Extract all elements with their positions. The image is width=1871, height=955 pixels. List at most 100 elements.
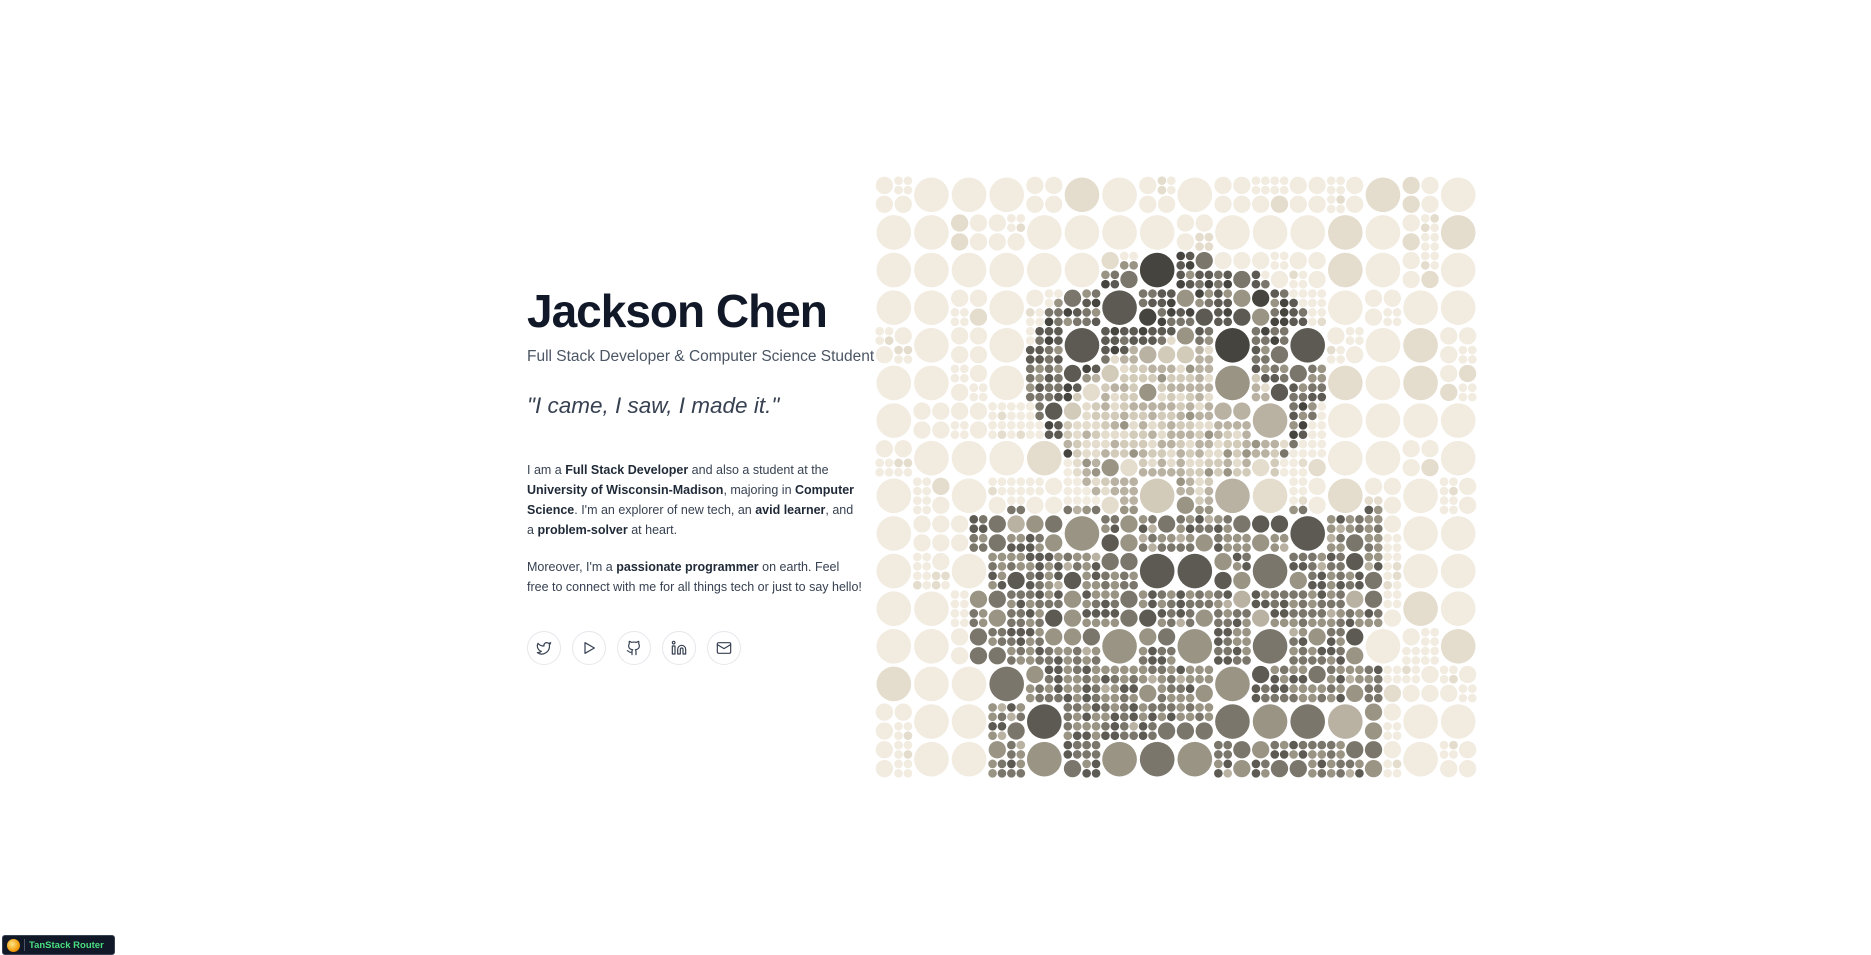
- portrait-dot: [988, 637, 997, 646]
- portrait-dot: [989, 666, 1024, 702]
- portrait-dot: [1308, 373, 1317, 383]
- portrait-dot: [1091, 590, 1101, 599]
- portrait-dot: [1101, 553, 1119, 571]
- portrait-dot: [1327, 327, 1345, 345]
- portrait-dot: [1298, 599, 1308, 609]
- portrait-dot: [1270, 289, 1280, 298]
- portrait-dot: [1157, 628, 1176, 646]
- portrait-dot: [1110, 345, 1120, 355]
- portrait-dot: [1430, 646, 1439, 656]
- portrait-dot: [1035, 411, 1044, 421]
- portrait-dot: [1082, 665, 1091, 675]
- portrait-dot: [1044, 298, 1054, 308]
- portrait-dot: [1007, 486, 1016, 496]
- portrait-dot: [1223, 637, 1233, 646]
- email-link[interactable]: [707, 631, 741, 665]
- portrait-dot: [1317, 562, 1327, 571]
- portrait-dot: [1082, 740, 1091, 750]
- portrait-dot: [1317, 411, 1327, 421]
- portrait-dot: [1157, 326, 1167, 336]
- portrait-dot: [875, 458, 885, 468]
- portrait-dot: [1035, 364, 1044, 374]
- portrait-dot: [989, 440, 1024, 476]
- portrait-dot: [1364, 562, 1374, 571]
- portrait-dot: [1232, 646, 1242, 656]
- portrait-dot: [903, 721, 913, 731]
- portrait-dot: [1308, 289, 1317, 298]
- portrait-dot: [1336, 185, 1345, 195]
- portrait-dot: [1139, 741, 1175, 777]
- portrait-dot: [1261, 355, 1270, 364]
- portrait-dot: [1214, 543, 1223, 552]
- portrait-dot: [1091, 618, 1101, 628]
- portrait-dot: [1101, 477, 1110, 487]
- portrait-dot: [1025, 308, 1035, 317]
- youtube-link[interactable]: [572, 631, 606, 665]
- portrait-dot: [922, 552, 932, 562]
- portrait-dot: [1045, 534, 1063, 552]
- portrait-dot: [1317, 590, 1327, 599]
- portrait-dot: [1025, 364, 1035, 374]
- portrait-dot: [1129, 674, 1138, 684]
- portrait-dot: [1119, 261, 1129, 270]
- portrait-dot: [969, 327, 988, 345]
- portrait-dot: [1091, 449, 1101, 458]
- portrait-dot: [1440, 553, 1476, 589]
- portrait-dot: [1346, 346, 1364, 364]
- twitter-link[interactable]: [527, 631, 561, 665]
- portrait-dot: [1383, 684, 1401, 702]
- portrait-dot: [1138, 656, 1148, 665]
- play-icon: [584, 642, 595, 654]
- portrait-dot: [894, 458, 903, 468]
- portrait-dot: [1420, 646, 1430, 656]
- portrait-dot: [1270, 674, 1280, 684]
- portrait-dot: [1138, 439, 1148, 449]
- linkedin-link[interactable]: [662, 631, 696, 665]
- portrait-dot: [1251, 336, 1261, 345]
- portrait-dot: [1317, 656, 1327, 665]
- portrait-dot: [903, 731, 913, 740]
- portrait-dot: [1082, 289, 1091, 298]
- portrait-dot: [1045, 628, 1063, 646]
- portrait-dot: [1025, 627, 1035, 637]
- portrait-dot: [1157, 289, 1167, 298]
- portrait-dot: [1035, 477, 1044, 487]
- portrait-dot: [1035, 402, 1044, 411]
- tanstack-logo-icon: [7, 938, 20, 952]
- portrait-dot: [1185, 543, 1195, 552]
- portrait-dot: [1072, 703, 1082, 712]
- portrait-dot: [1119, 721, 1129, 731]
- portrait-dot: [1025, 411, 1035, 421]
- portrait-dot: [1439, 477, 1449, 487]
- portrait-dot: [913, 486, 922, 496]
- portrait-dot: [1421, 458, 1439, 477]
- portrait-dot: [894, 721, 903, 731]
- tanstack-router-devtools-button[interactable]: TanStack Router: [2, 935, 115, 955]
- portrait-dot: [1403, 591, 1438, 626]
- portrait-dot: [1195, 308, 1213, 326]
- portrait-dot: [1027, 252, 1062, 288]
- portrait-dot: [1007, 515, 1025, 533]
- portrait-dot: [1129, 571, 1138, 581]
- portrait-dot: [1025, 486, 1035, 496]
- portrait-dot: [988, 590, 1006, 608]
- portrait-dot: [1279, 298, 1289, 308]
- portrait-dot: [1082, 759, 1091, 769]
- portrait-dot: [1308, 308, 1317, 317]
- portrait-dot: [1139, 628, 1157, 646]
- portrait-dot: [1336, 204, 1345, 214]
- portrait-dot: [1215, 365, 1250, 401]
- portrait-dot: [1063, 383, 1073, 392]
- portrait-dot: [1063, 496, 1073, 505]
- github-link[interactable]: [617, 631, 651, 665]
- portrait-dot: [1204, 590, 1214, 599]
- portrait-dot: [1072, 449, 1082, 458]
- portrait-dot: [1336, 176, 1345, 186]
- portrait-dot: [1025, 402, 1035, 411]
- portrait-dot: [922, 562, 932, 571]
- portrait-dot: [1421, 684, 1439, 702]
- portrait-dot: [1044, 656, 1054, 665]
- portrait-dot: [1026, 496, 1044, 514]
- portrait-dot: [1195, 467, 1204, 477]
- portrait-dot: [1449, 486, 1458, 496]
